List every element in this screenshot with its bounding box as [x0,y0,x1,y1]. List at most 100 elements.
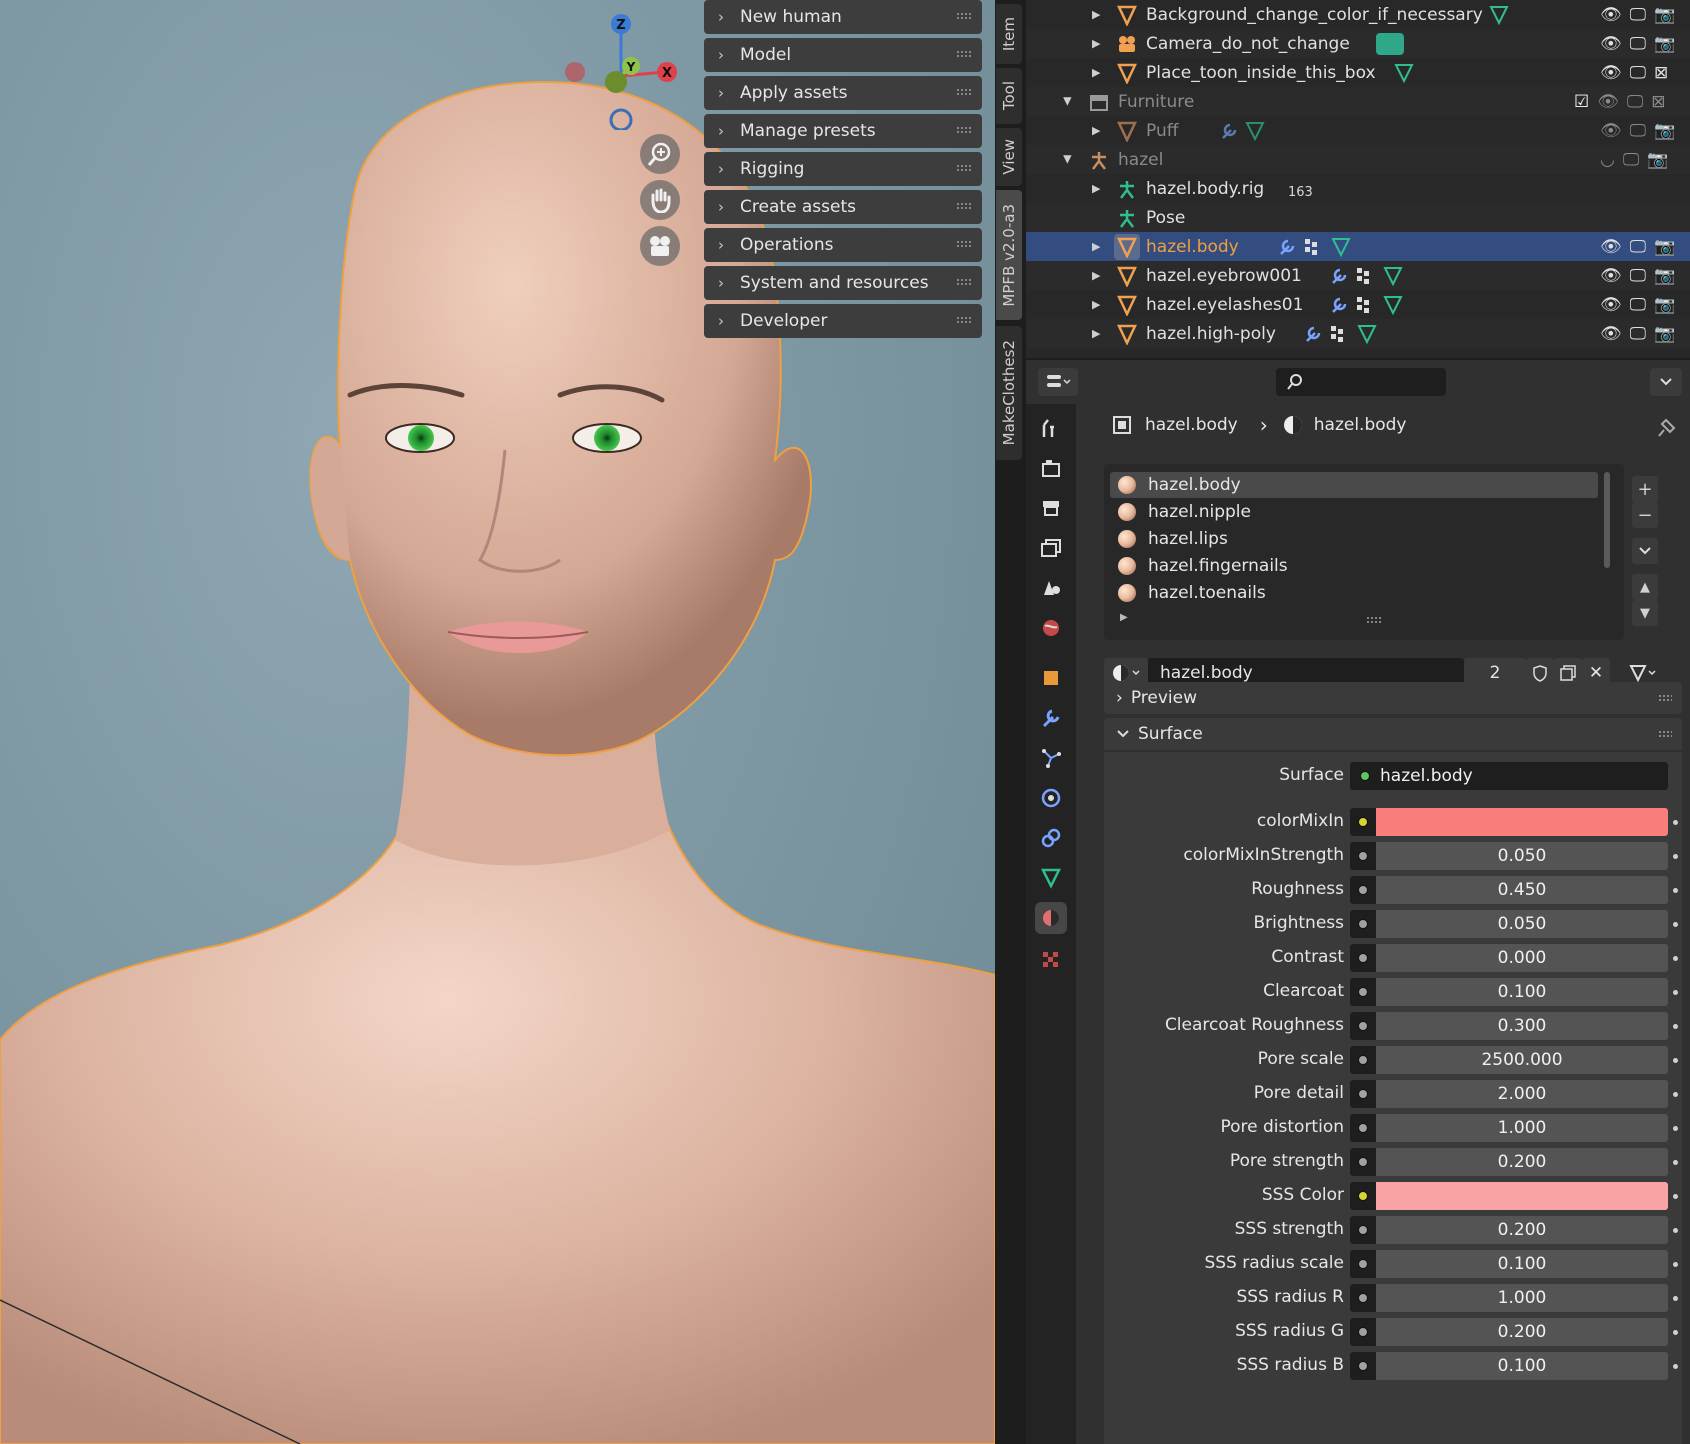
keyframe-dot-icon[interactable] [1673,956,1678,961]
input-socket[interactable] [1350,1250,1376,1278]
expand-arrow-icon[interactable]: ▶ [1092,124,1100,137]
tab-world[interactable] [1035,612,1067,644]
vertex-group-icon[interactable] [1354,294,1376,316]
drag-grip-icon[interactable] [956,240,972,248]
outliner-row[interactable]: ▶ Furniture ☑ 👁 🖵 ⊠ [1026,87,1690,116]
wrench-icon[interactable] [1276,236,1298,258]
number-field[interactable]: 0.050 [1376,842,1668,870]
camera-data-icon[interactable] [1376,32,1404,55]
drag-grip-icon[interactable] [956,278,972,286]
number-field[interactable]: 0.100 [1376,1250,1668,1278]
options-dropdown[interactable] [1650,368,1682,396]
material-slot[interactable]: hazel.nipple [1110,499,1598,525]
keyframe-dot-icon[interactable] [1673,820,1678,825]
eye-icon[interactable]: 👁 [1600,295,1622,315]
mesh-data-icon[interactable] [1393,62,1415,84]
menu-create-assets[interactable]: › Create assets [704,190,982,224]
tab-texture[interactable] [1035,944,1067,976]
keyframe-dot-icon[interactable] [1673,1126,1678,1131]
outliner-row[interactable]: ▶ hazel.eyebrow001 👁 🖵 📷 [1026,261,1690,290]
add-slot-button[interactable]: + [1632,476,1658,502]
number-field[interactable]: 0.050 [1376,910,1668,938]
tab-physics[interactable] [1035,782,1067,814]
material-slot[interactable]: hazel.lips [1110,526,1598,552]
keyframe-dot-icon[interactable] [1673,1296,1678,1301]
input-socket[interactable] [1350,978,1376,1006]
input-socket[interactable] [1350,1216,1376,1244]
tab-material[interactable] [1035,902,1067,934]
zoom-button[interactable] [640,134,680,174]
camera-view-button[interactable] [640,226,680,266]
keyframe-dot-icon[interactable] [1673,1160,1678,1165]
material-slot[interactable]: hazel.toenails [1110,580,1598,606]
color-mix-in-swatch[interactable] [1376,808,1668,836]
number-field[interactable]: 0.100 [1376,978,1668,1006]
move-slot-up-button[interactable]: ▲ [1632,574,1658,600]
keyframe-dot-icon[interactable] [1673,1330,1678,1335]
number-field[interactable]: 0.200 [1376,1216,1668,1244]
material-slot-list[interactable]: hazel.body hazel.nipple hazel.lips hazel… [1104,464,1624,640]
expand-arrow-icon[interactable]: ▶ [1092,240,1100,253]
tab-scene[interactable] [1035,572,1067,604]
input-socket[interactable] [1350,1080,1376,1108]
keyframe-dot-icon[interactable] [1673,888,1678,893]
drag-grip-icon[interactable] [956,164,972,172]
material-slot[interactable]: hazel.body [1110,472,1598,498]
drag-grip-icon[interactable] [956,88,972,96]
camera-disabled-icon[interactable]: ⊠ [1654,63,1668,83]
input-socket[interactable] [1350,1114,1376,1142]
menu-developer[interactable]: › Developer [704,304,982,338]
camera-render-icon[interactable]: 📷 [1654,237,1675,257]
material-slot[interactable]: hazel.fingernails [1110,553,1598,579]
mesh-data-icon[interactable] [1488,4,1510,26]
number-field[interactable]: 0.100 [1376,1352,1668,1380]
wrench-icon[interactable] [1218,120,1240,142]
keyframe-dot-icon[interactable] [1673,1262,1678,1267]
expand-arrow-icon[interactable]: ▶ [1092,37,1100,50]
tab-tool[interactable]: Tool [996,68,1022,124]
number-field[interactable]: 1.000 [1376,1284,1668,1312]
eye-icon[interactable]: 👁 [1600,5,1622,25]
number-field[interactable]: 2500.000 [1376,1046,1668,1074]
tab-view-layer[interactable] [1035,532,1067,564]
camera-render-icon[interactable]: 📷 [1654,295,1675,315]
camera-render-icon[interactable]: 📷 [1654,5,1675,25]
drag-grip-icon[interactable] [1658,730,1672,738]
monitor-icon[interactable]: 🖵 [1630,5,1646,25]
menu-new-human[interactable]: › New human [704,0,982,34]
eye-icon[interactable]: 👁 [1600,34,1622,54]
outliner-row[interactable]: ▶ Background_change_color_if_necessary 👁… [1026,0,1690,29]
preview-panel-header[interactable]: › Preview [1104,682,1682,714]
outliner-row[interactable]: ▶ Puff 👁 🖵 📷 [1026,116,1690,145]
menu-rigging[interactable]: › Rigging [704,152,982,186]
camera-render-icon[interactable]: 📷 [1647,150,1668,170]
axis-gizmo[interactable]: Z X Y [555,10,685,130]
input-socket[interactable] [1350,1318,1376,1346]
keyframe-dot-icon[interactable] [1673,1194,1678,1199]
scrollbar[interactable] [1604,472,1610,568]
keyframe-dot-icon[interactable] [1673,1228,1678,1233]
camera-render-icon[interactable]: 📷 [1654,34,1675,54]
number-field[interactable]: 0.450 [1376,876,1668,904]
monitor-icon[interactable]: 🖵 [1630,324,1646,344]
number-field[interactable]: 0.200 [1376,1318,1668,1346]
input-socket[interactable] [1350,910,1376,938]
slot-specials-button[interactable] [1632,538,1658,564]
expand-arrow-icon[interactable]: ▶ [1062,155,1075,163]
tab-object[interactable] [1035,662,1067,694]
menu-system-and-resources[interactable]: › System and resources [704,266,982,300]
drag-grip-icon[interactable] [1658,694,1672,702]
monitor-icon[interactable]: 🖵 [1630,266,1646,286]
input-socket[interactable] [1350,1148,1376,1176]
eye-icon[interactable]: 👁 [1600,237,1622,257]
expand-arrow-icon[interactable]: ▶ [1092,269,1100,282]
mesh-data-icon[interactable] [1382,294,1404,316]
monitor-icon[interactable]: 🖵 [1630,121,1646,141]
mesh-data-icon[interactable] [1356,323,1378,345]
editor-type-button[interactable] [1038,368,1078,396]
search-input[interactable] [1276,368,1446,396]
sss-color-swatch[interactable] [1376,1182,1668,1210]
monitor-icon[interactable]: 🖵 [1630,63,1646,83]
keyframe-dot-icon[interactable] [1673,1092,1678,1097]
camera-render-icon[interactable]: 📷 [1654,324,1675,344]
